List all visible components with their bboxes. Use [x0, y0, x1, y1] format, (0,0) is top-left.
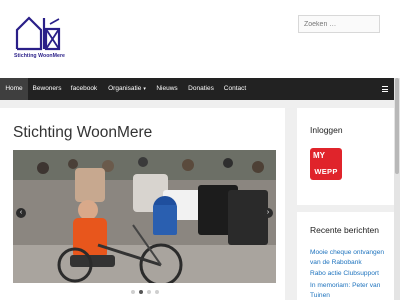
hamburger-menu-icon[interactable]: [378, 78, 392, 100]
chevron-down-icon: ▾: [143, 86, 146, 92]
nav-item-nieuws[interactable]: Nieuws: [153, 78, 181, 100]
slider-dot[interactable]: [155, 290, 159, 294]
login-widget-title: Inloggen: [310, 125, 343, 135]
logo-text: Stichting WoonMere: [14, 53, 65, 59]
login-widget: Inloggen MY WEPP: [297, 108, 396, 205]
recent-post-link[interactable]: Rabo actie Clubsupport: [310, 269, 394, 279]
recent-post-link[interactable]: Mooie cheque ontvangen van de Rabobank: [310, 248, 394, 267]
recent-post-link[interactable]: In memoriam: Peter van Tuinen: [310, 281, 394, 300]
site-header: Stichting WoonMere: [0, 0, 400, 78]
site-logo[interactable]: Stichting WoonMere: [14, 15, 65, 63]
nav-item-facebook[interactable]: facebook: [67, 78, 101, 100]
recent-posts-title: Recente berichten: [310, 225, 379, 235]
mywepp-prefix: MY: [313, 151, 325, 160]
slider-prev-arrow-icon[interactable]: ‹: [16, 208, 26, 218]
slider-next-arrow-icon[interactable]: ›: [263, 208, 273, 218]
nav-item-contact[interactable]: Contact: [221, 78, 249, 100]
recent-posts-widget: Recente berichten Mooie cheque ontvangen…: [297, 212, 396, 300]
image-slider[interactable]: ‹ ›: [13, 150, 276, 283]
main-content: Stichting WoonMere ‹ ›: [0, 108, 285, 300]
nav-item-donaties[interactable]: Donaties: [184, 78, 218, 100]
house-logo-icon: [15, 16, 61, 51]
nav-item-home[interactable]: Home: [0, 78, 28, 100]
page-title: Stichting WoonMere: [13, 124, 153, 141]
scrollbar-thumb[interactable]: [395, 78, 399, 174]
nav-item-organisatie-label: Organisatie: [108, 85, 142, 92]
mywepp-label: WEPP: [314, 167, 338, 176]
page-scrollbar[interactable]: [394, 78, 400, 300]
slider-dot[interactable]: [131, 290, 135, 294]
nav-item-organisatie[interactable]: Organisatie ▾: [103, 78, 151, 100]
main-navigation: Home Bewoners facebook Organisatie ▾ Nieu…: [0, 78, 400, 100]
slide-photo: [13, 150, 276, 283]
mywepp-app-button[interactable]: MY WEPP: [310, 148, 342, 180]
slider-dot-active[interactable]: [139, 290, 143, 294]
slider-dot[interactable]: [147, 290, 151, 294]
search-input[interactable]: [298, 15, 380, 33]
nav-item-bewoners[interactable]: Bewoners: [29, 78, 65, 100]
